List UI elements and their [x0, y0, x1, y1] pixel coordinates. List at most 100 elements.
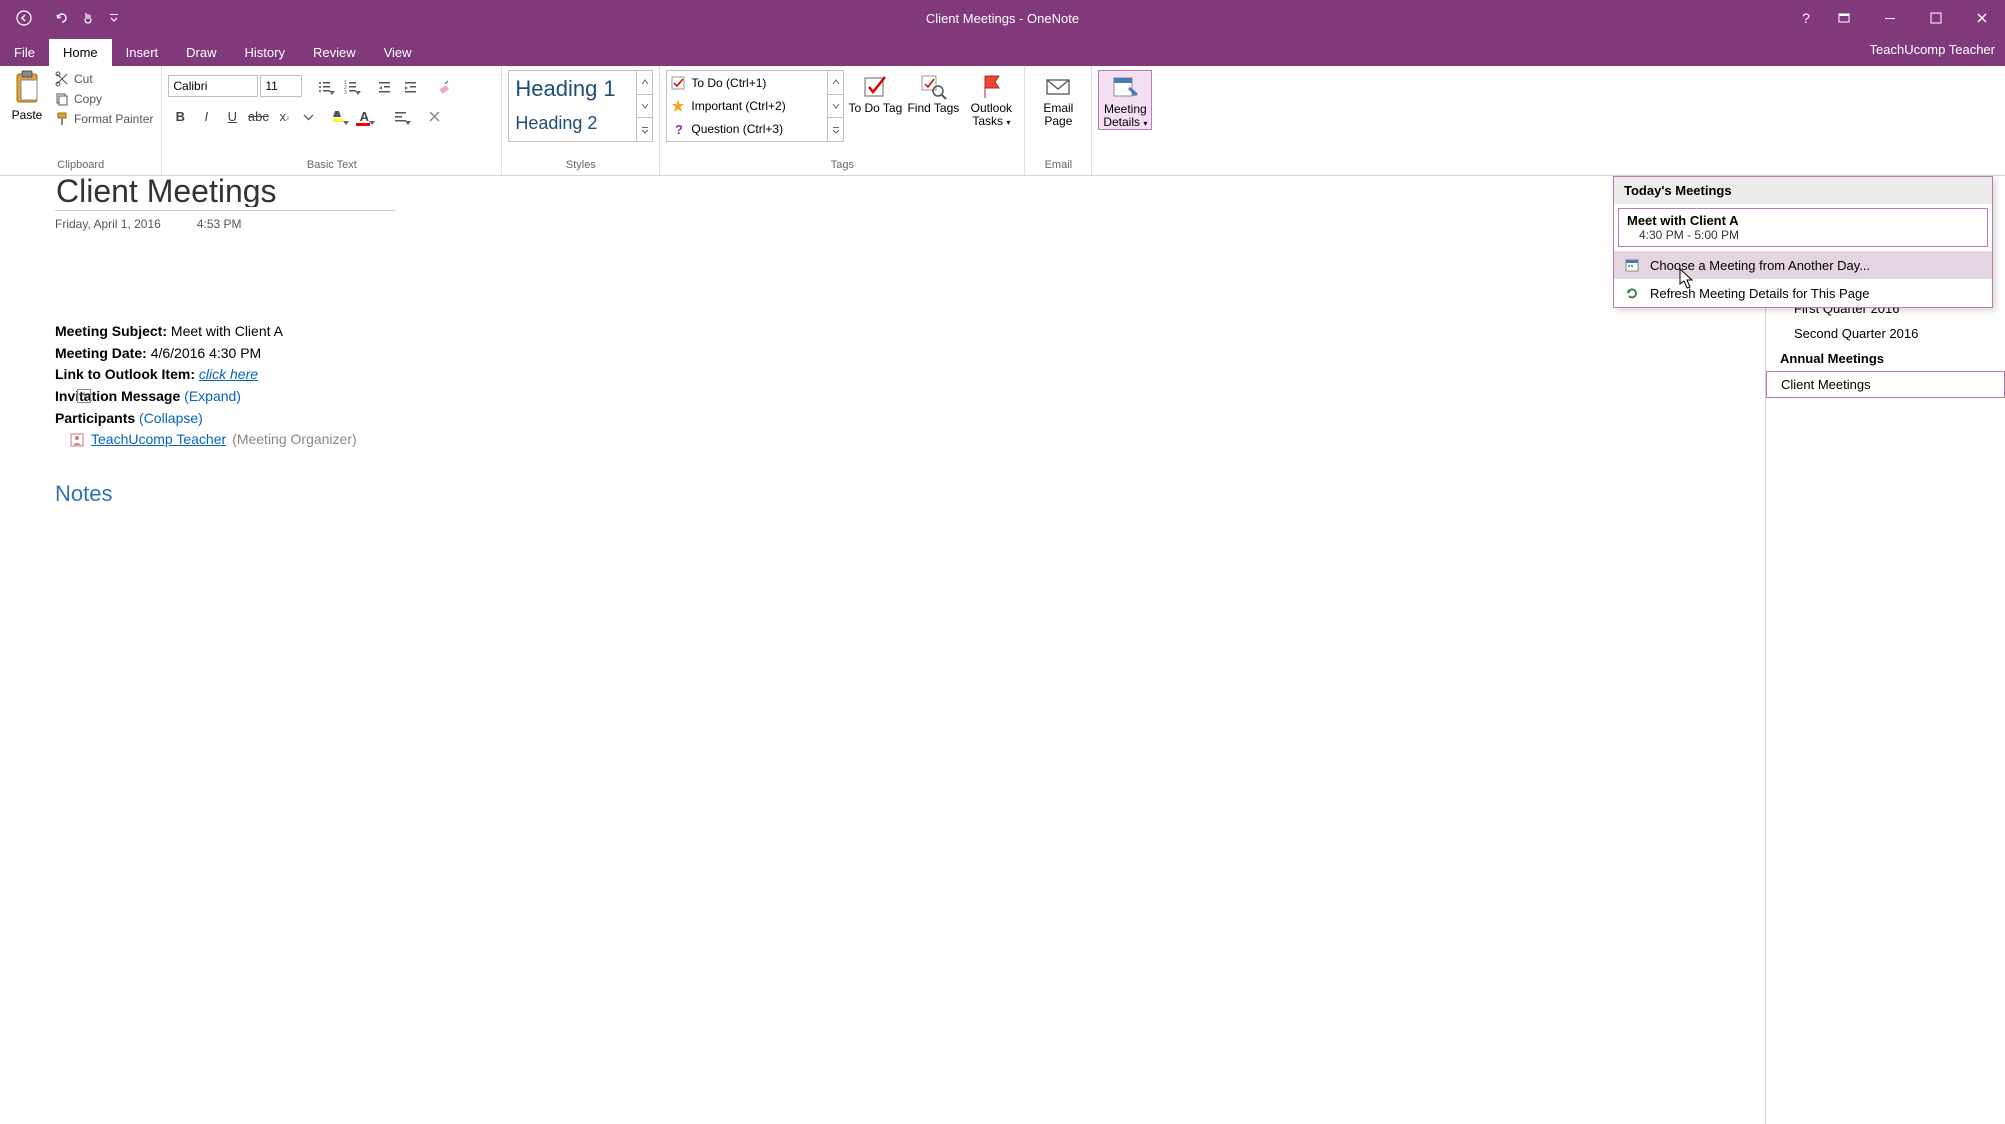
svg-text:3: 3	[344, 90, 347, 94]
clear-formatting-button[interactable]	[432, 74, 456, 98]
sidebar-item-annual[interactable]: Annual Meetings	[1766, 346, 2005, 371]
maximize-button[interactable]	[1913, 0, 1959, 36]
tag-question[interactable]: ?Question (Ctrl+3)	[667, 118, 827, 141]
tags-more[interactable]	[828, 118, 843, 141]
subscript-button[interactable]: x₂	[272, 104, 296, 128]
refresh-meeting-item[interactable]: Refresh Meeting Details for This Page	[1614, 279, 1992, 307]
strikethrough-button[interactable]: abc	[246, 104, 270, 128]
invitation-label: Invitation Message	[55, 388, 180, 404]
tags-down[interactable]	[828, 95, 843, 119]
page-list: First Quarter 2016 Second Quarter 2016 A…	[1765, 176, 2005, 1124]
page-time: 4:53 PM	[197, 217, 242, 231]
sidebar-item-client[interactable]: Client Meetings	[1766, 371, 2005, 398]
todo-tag-button[interactable]: To Do Tag	[848, 70, 902, 115]
script-dropdown[interactable]	[298, 104, 318, 128]
link-label: Link to Outlook Item:	[55, 366, 195, 382]
group-clipboard: Paste Cut Copy Format Painter Clipboard	[0, 66, 162, 175]
tab-history[interactable]: History	[231, 39, 299, 66]
format-painter-button[interactable]: Format Painter	[52, 110, 155, 128]
style-heading1[interactable]: Heading 1	[509, 71, 636, 106]
svg-text:?: ?	[675, 122, 683, 136]
italic-button[interactable]: I	[194, 104, 218, 128]
refresh-icon	[1624, 285, 1640, 301]
dropdown-meeting-time: 4:30 PM - 5:00 PM	[1627, 228, 1979, 242]
tab-review[interactable]: Review	[299, 39, 370, 66]
font-size-select[interactable]	[260, 75, 302, 97]
calendar-icon	[1624, 257, 1640, 273]
paste-button[interactable]: Paste	[6, 70, 48, 122]
page-canvas[interactable]: Client Meetings Friday, April 1, 2016 4:…	[0, 176, 1765, 1124]
page-meta: Friday, April 1, 2016 4:53 PM	[55, 217, 1725, 231]
outdent-button[interactable]	[372, 74, 396, 98]
delete-button[interactable]	[422, 104, 446, 128]
undo-button[interactable]	[50, 6, 74, 30]
qat-customize-button[interactable]	[102, 6, 126, 30]
notes-heading[interactable]: Notes	[55, 481, 1725, 507]
copy-button[interactable]: Copy	[52, 90, 155, 108]
outlook-link[interactable]: click here	[199, 366, 258, 382]
group-label-tags: Tags	[666, 157, 1018, 173]
copy-icon	[54, 91, 70, 107]
bold-button[interactable]: B	[168, 104, 192, 128]
tab-file[interactable]: File	[0, 39, 49, 66]
styles-gallery[interactable]: Heading 1 Heading 2	[508, 70, 653, 142]
tag-todo[interactable]: To Do (Ctrl+1)	[667, 71, 827, 94]
font-color-button[interactable]: A	[352, 104, 376, 128]
scissors-icon	[54, 71, 70, 87]
group-label-styles: Styles	[508, 157, 653, 173]
tab-home[interactable]: Home	[49, 39, 112, 66]
expand-toggle[interactable]: +	[77, 389, 91, 403]
close-button[interactable]	[1959, 0, 2005, 36]
dropdown-header: Today's Meetings	[1614, 177, 1992, 204]
group-label-basic-text: Basic Text	[168, 157, 495, 173]
tags-up[interactable]	[828, 71, 843, 95]
tab-insert[interactable]: Insert	[112, 39, 173, 66]
date-value: 4/6/2016 4:30 PM	[151, 345, 262, 361]
search-icon	[919, 72, 947, 100]
group-label-meetings	[1098, 169, 1152, 173]
group-meetings: Meeting Details ▾	[1092, 66, 1158, 175]
group-basic-text: 123 B I U abc x₂ A	[162, 66, 502, 175]
underline-button[interactable]: U	[220, 104, 244, 128]
tab-draw[interactable]: Draw	[172, 39, 230, 66]
tags-gallery[interactable]: To Do (Ctrl+1) Important (Ctrl+2) ?Quest…	[666, 70, 844, 142]
meeting-details-dropdown: Today's Meetings Meet with Client A 4:30…	[1613, 176, 1993, 308]
outlook-tasks-button[interactable]: Outlook Tasks ▾	[964, 70, 1018, 128]
numbering-button[interactable]: 123	[338, 74, 362, 98]
tab-view[interactable]: View	[370, 39, 426, 66]
brush-icon	[54, 111, 70, 127]
find-tags-button[interactable]: Find Tags	[906, 70, 960, 115]
group-tags: To Do (Ctrl+1) Important (Ctrl+2) ?Quest…	[660, 66, 1025, 175]
styles-up[interactable]	[637, 71, 652, 95]
align-button[interactable]	[388, 104, 412, 128]
styles-down[interactable]	[637, 95, 652, 119]
page-date: Friday, April 1, 2016	[55, 217, 161, 231]
dropdown-meeting-item[interactable]: Meet with Client A 4:30 PM - 5:00 PM	[1618, 208, 1988, 247]
tag-important[interactable]: Important (Ctrl+2)	[667, 94, 827, 117]
back-button[interactable]	[12, 6, 36, 30]
highlight-button[interactable]	[326, 104, 350, 128]
font-select[interactable]	[168, 75, 258, 97]
cut-label: Cut	[74, 72, 93, 86]
minimize-button[interactable]	[1867, 0, 1913, 36]
expand-link[interactable]: (Expand)	[184, 388, 241, 404]
page-title[interactable]: Client Meetings	[55, 176, 395, 208]
bullets-button[interactable]	[312, 74, 336, 98]
styles-more[interactable]	[637, 118, 652, 141]
user-name[interactable]: TeachUcomp Teacher	[1870, 42, 1996, 57]
style-heading2[interactable]: Heading 2	[509, 106, 636, 141]
ribbon-display-button[interactable]	[1821, 0, 1867, 36]
organizer-link[interactable]: TeachUcomp Teacher	[91, 429, 226, 451]
paste-label: Paste	[12, 108, 43, 122]
sidebar-item-q2[interactable]: Second Quarter 2016	[1766, 321, 2005, 346]
collapse-link[interactable]: (Collapse)	[139, 410, 203, 426]
choose-meeting-item[interactable]: Choose a Meeting from Another Day...	[1614, 251, 1992, 279]
group-styles: Heading 1 Heading 2 Styles	[502, 66, 660, 175]
participants-label: Participants	[55, 410, 135, 426]
help-button[interactable]: ?	[1791, 0, 1821, 36]
cut-button[interactable]: Cut	[52, 70, 155, 88]
meeting-details-button[interactable]: Meeting Details ▾	[1098, 70, 1152, 130]
indent-button[interactable]	[398, 74, 422, 98]
email-page-button[interactable]: Email Page	[1031, 70, 1085, 128]
touch-mode-button[interactable]	[76, 6, 100, 30]
